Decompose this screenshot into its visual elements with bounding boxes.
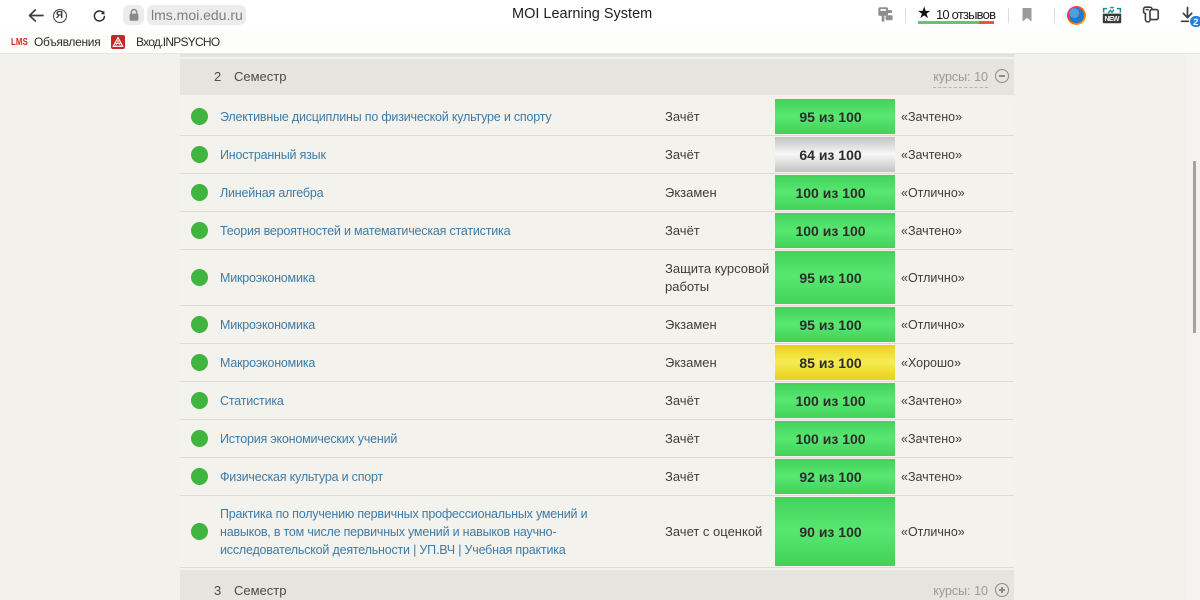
svg-text:NEW: NEW <box>1105 16 1120 23</box>
